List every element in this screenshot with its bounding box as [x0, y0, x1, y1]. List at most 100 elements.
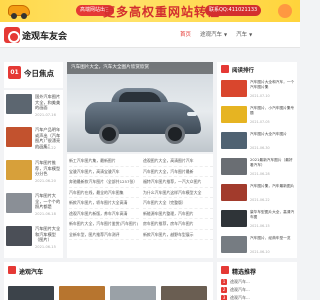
- decoration-icon: [278, 4, 292, 18]
- article-link[interactable]: 汽车图片在线，最全的汽车图集: [69, 188, 139, 198]
- article-link[interactable]: 新能源车图片整理，汽车图片: [143, 209, 213, 219]
- article-title[interactable]: 豪华车型图片大全，高清汽车图: [250, 210, 295, 220]
- article-title[interactable]: 汽车图片大全汽车图片: [250, 132, 295, 137]
- ad-banner[interactable]: 高端网站出售 更多高权重网站转让 联系QQ:411021133: [0, 0, 300, 22]
- ad-contact: 联系QQ:411021133: [205, 5, 262, 16]
- article-thumbnail[interactable]: [221, 158, 247, 175]
- list-item[interactable]: 汽车图片推荐，汽车模型分分色 2021-06-20: [4, 156, 63, 189]
- section-icon: [8, 266, 16, 274]
- pick-item[interactable]: 1 途观汽车...: [221, 279, 250, 285]
- article-link[interactable]: 房车图片推荐，房车汽车图片: [143, 219, 213, 230]
- pick-title[interactable]: 途观汽车...: [230, 287, 250, 292]
- car-wheel: [165, 124, 185, 144]
- pick-item[interactable]: 2 途观汽车...: [221, 287, 250, 293]
- article-thumbnail[interactable]: [221, 80, 247, 97]
- nav-home[interactable]: 首页: [180, 30, 191, 38]
- article-title[interactable]: 汽车图片推荐，汽车模型分分色: [35, 160, 62, 177]
- article-link[interactable]: 途观图片大全，高清图片汽车: [143, 156, 213, 167]
- rank-item[interactable]: 汽车图片大全和汽车，一个汽车图片集 2021-07-10: [221, 78, 295, 101]
- article-date: 2021-06-22: [35, 146, 56, 150]
- list-item[interactable]: 汽车产品明年或声出（汽车图片）”很漂亮的画集” 2021-06-22: [4, 123, 63, 156]
- article-link[interactable]: 奔驰最新款汽车图片（全部共1257张）: [69, 177, 139, 188]
- rank-item[interactable]: 2021最新汽车图片（最好看汽车） 2021-06-28: [221, 156, 295, 179]
- article-link[interactable]: 途观汽车图片新版，养车汽车高清: [69, 209, 139, 219]
- focus-list: 国外汽车图片大全，和美美的画面 2021-07-16 汽车产品明年或声出（汽车图…: [4, 90, 63, 258]
- focus-title: 今日焦点: [24, 69, 54, 78]
- article-title[interactable]: 汽车图片，小汽车图片集专题: [250, 106, 295, 116]
- hero-caption[interactable]: 汽车图片大全，汽车大全图片欣赏欣赏: [67, 62, 213, 74]
- article-link[interactable]: 汽车图片大全（完整版）: [143, 198, 213, 209]
- article-link[interactable]: 为什么汽车图片这样汽车模型大全: [143, 188, 213, 198]
- calendar-icon: 01: [8, 66, 21, 79]
- article-column-left: 新工汽车图片集，最新图片 宝骏汽车图片，高清宝骏汽车 奔驰最新款汽车图片（全部共…: [69, 156, 139, 240]
- chevron-down-icon: ▼: [249, 32, 253, 37]
- rank-number: 3: [221, 295, 227, 300]
- list-item[interactable]: 国外汽车图片大全，和美美的画面 2021-07-16: [4, 90, 63, 123]
- article-title[interactable]: 汽车图片大全和汽车模型（图片）: [35, 226, 62, 243]
- article-link[interactable]: 汽车图片大全，汽车图片最新: [143, 167, 213, 177]
- article-date: 2021-06-10: [250, 250, 270, 254]
- car-thumbnail[interactable]: [59, 286, 105, 300]
- car-thumbnail[interactable]: [8, 286, 54, 300]
- rank-item[interactable]: 汽车图片，经典车型一览 2021-06-10: [221, 234, 295, 257]
- pick-title[interactable]: 途观汽车...: [230, 279, 250, 284]
- article-date: 2021-07-16: [35, 113, 56, 117]
- article-link[interactable]: 新工汽车图片集，最新图片: [69, 156, 139, 167]
- article-title[interactable]: 汽车图片大全，一个个的照片都是: [35, 193, 62, 210]
- article-date: 2021-07-05: [250, 120, 270, 124]
- article-thumbnail[interactable]: [6, 94, 32, 114]
- article-link[interactable]: 新车图片大全，汽车图片鉴赏(汽车图片): [69, 219, 139, 230]
- car-wheel: [99, 124, 119, 144]
- hero-image[interactable]: 汽车图片大全，汽车大全图片欣赏欣赏: [67, 62, 213, 152]
- article-date: 2021-06-18: [35, 212, 56, 216]
- list-item[interactable]: 汽车图片大全和汽车模型（图片） 2021-06-15: [4, 222, 63, 255]
- pick-title[interactable]: 途观汽车...: [230, 295, 250, 300]
- rank-item[interactable]: 汽车图片大全汽车图片 2021-06-30: [221, 130, 295, 153]
- rank-item[interactable]: 汽车图片集，汽车最新图片 2021-06-22: [221, 182, 295, 205]
- article-link[interactable]: 宝骏汽车图片，高清宝骏汽车: [69, 167, 139, 177]
- article-link[interactable]: 新款汽车图片，越野车型展示: [143, 230, 213, 240]
- article-date: 2021-06-15: [35, 245, 56, 249]
- article-link[interactable]: 新款汽车图片，轿车图片大全高清: [69, 198, 139, 209]
- article-link[interactable]: 全新车型，图片推荐汽车测评: [69, 230, 139, 240]
- chevron-down-icon: ▼: [224, 32, 228, 37]
- article-title[interactable]: 国外汽车图片大全，和美美的画面: [35, 94, 62, 111]
- article-thumbnail[interactable]: [221, 184, 247, 201]
- article-title[interactable]: 2021最新汽车图片（最好看汽车）: [250, 158, 295, 168]
- article-thumbnail[interactable]: [221, 236, 247, 253]
- car-thumbnail[interactable]: [161, 286, 207, 300]
- rank-item[interactable]: 豪华车型图片大全，高清汽车图 2021-06-15: [221, 208, 295, 231]
- article-grid: 新工汽车图片集，最新图片 宝骏汽车图片，高清宝骏汽车 奔驰最新款汽车图片（全部共…: [67, 154, 213, 258]
- section-title: 精选推荐: [232, 269, 257, 276]
- article-thumbnail[interactable]: [221, 132, 247, 149]
- article-link[interactable]: 福特汽车图片推荐，一汽大众图片: [143, 177, 213, 188]
- rank-header: 阅读排行: [217, 62, 297, 76]
- article-thumbnail[interactable]: [6, 226, 32, 246]
- article-title[interactable]: 汽车图片，经典车型一览: [250, 236, 295, 241]
- site-logo[interactable]: 途观车友会: [22, 29, 67, 42]
- nav-tiguan[interactable]: 途观汽车 ▼: [200, 30, 227, 38]
- car-thumbnail[interactable]: [110, 286, 156, 300]
- rank-item[interactable]: 汽车图片，小汽车图片集专题 2021-07-05: [221, 104, 295, 127]
- article-date: 2021-06-30: [250, 146, 270, 150]
- article-title[interactable]: 汽车图片大全和汽车，一个汽车图片集: [250, 80, 295, 90]
- article-thumbnail[interactable]: [6, 127, 32, 147]
- focus-header: 01 今日焦点: [4, 62, 63, 88]
- tiguan-cars-section: 途观汽车: [4, 262, 213, 300]
- car-icon: [8, 5, 30, 19]
- article-thumbnail[interactable]: [221, 106, 247, 123]
- rank-number: 1: [221, 279, 227, 285]
- nav-cars[interactable]: 汽车 ▼: [236, 30, 252, 38]
- article-thumbnail[interactable]: [221, 210, 247, 227]
- picks-section: 精选推荐 1 途观汽车... 2 途观汽车... 3 途观汽车...: [217, 262, 297, 300]
- pick-item[interactable]: 3 途观汽车...: [221, 295, 250, 300]
- rank-icon: [221, 65, 229, 73]
- list-item[interactable]: 汽车图片大全，一个个的照片都是 2021-06-18: [4, 189, 63, 222]
- article-date: 2021-06-28: [250, 172, 270, 176]
- reading-rank: 阅读排行 汽车图片大全和汽车，一个汽车图片集 2021-07-10 汽车图片，小…: [217, 62, 297, 258]
- article-title[interactable]: 汽车图片集，汽车最新图片: [250, 184, 295, 189]
- rank-number: 2: [221, 287, 227, 293]
- article-thumbnail[interactable]: [6, 160, 32, 180]
- article-thumbnail[interactable]: [6, 193, 32, 213]
- logo-icon[interactable]: [4, 27, 20, 43]
